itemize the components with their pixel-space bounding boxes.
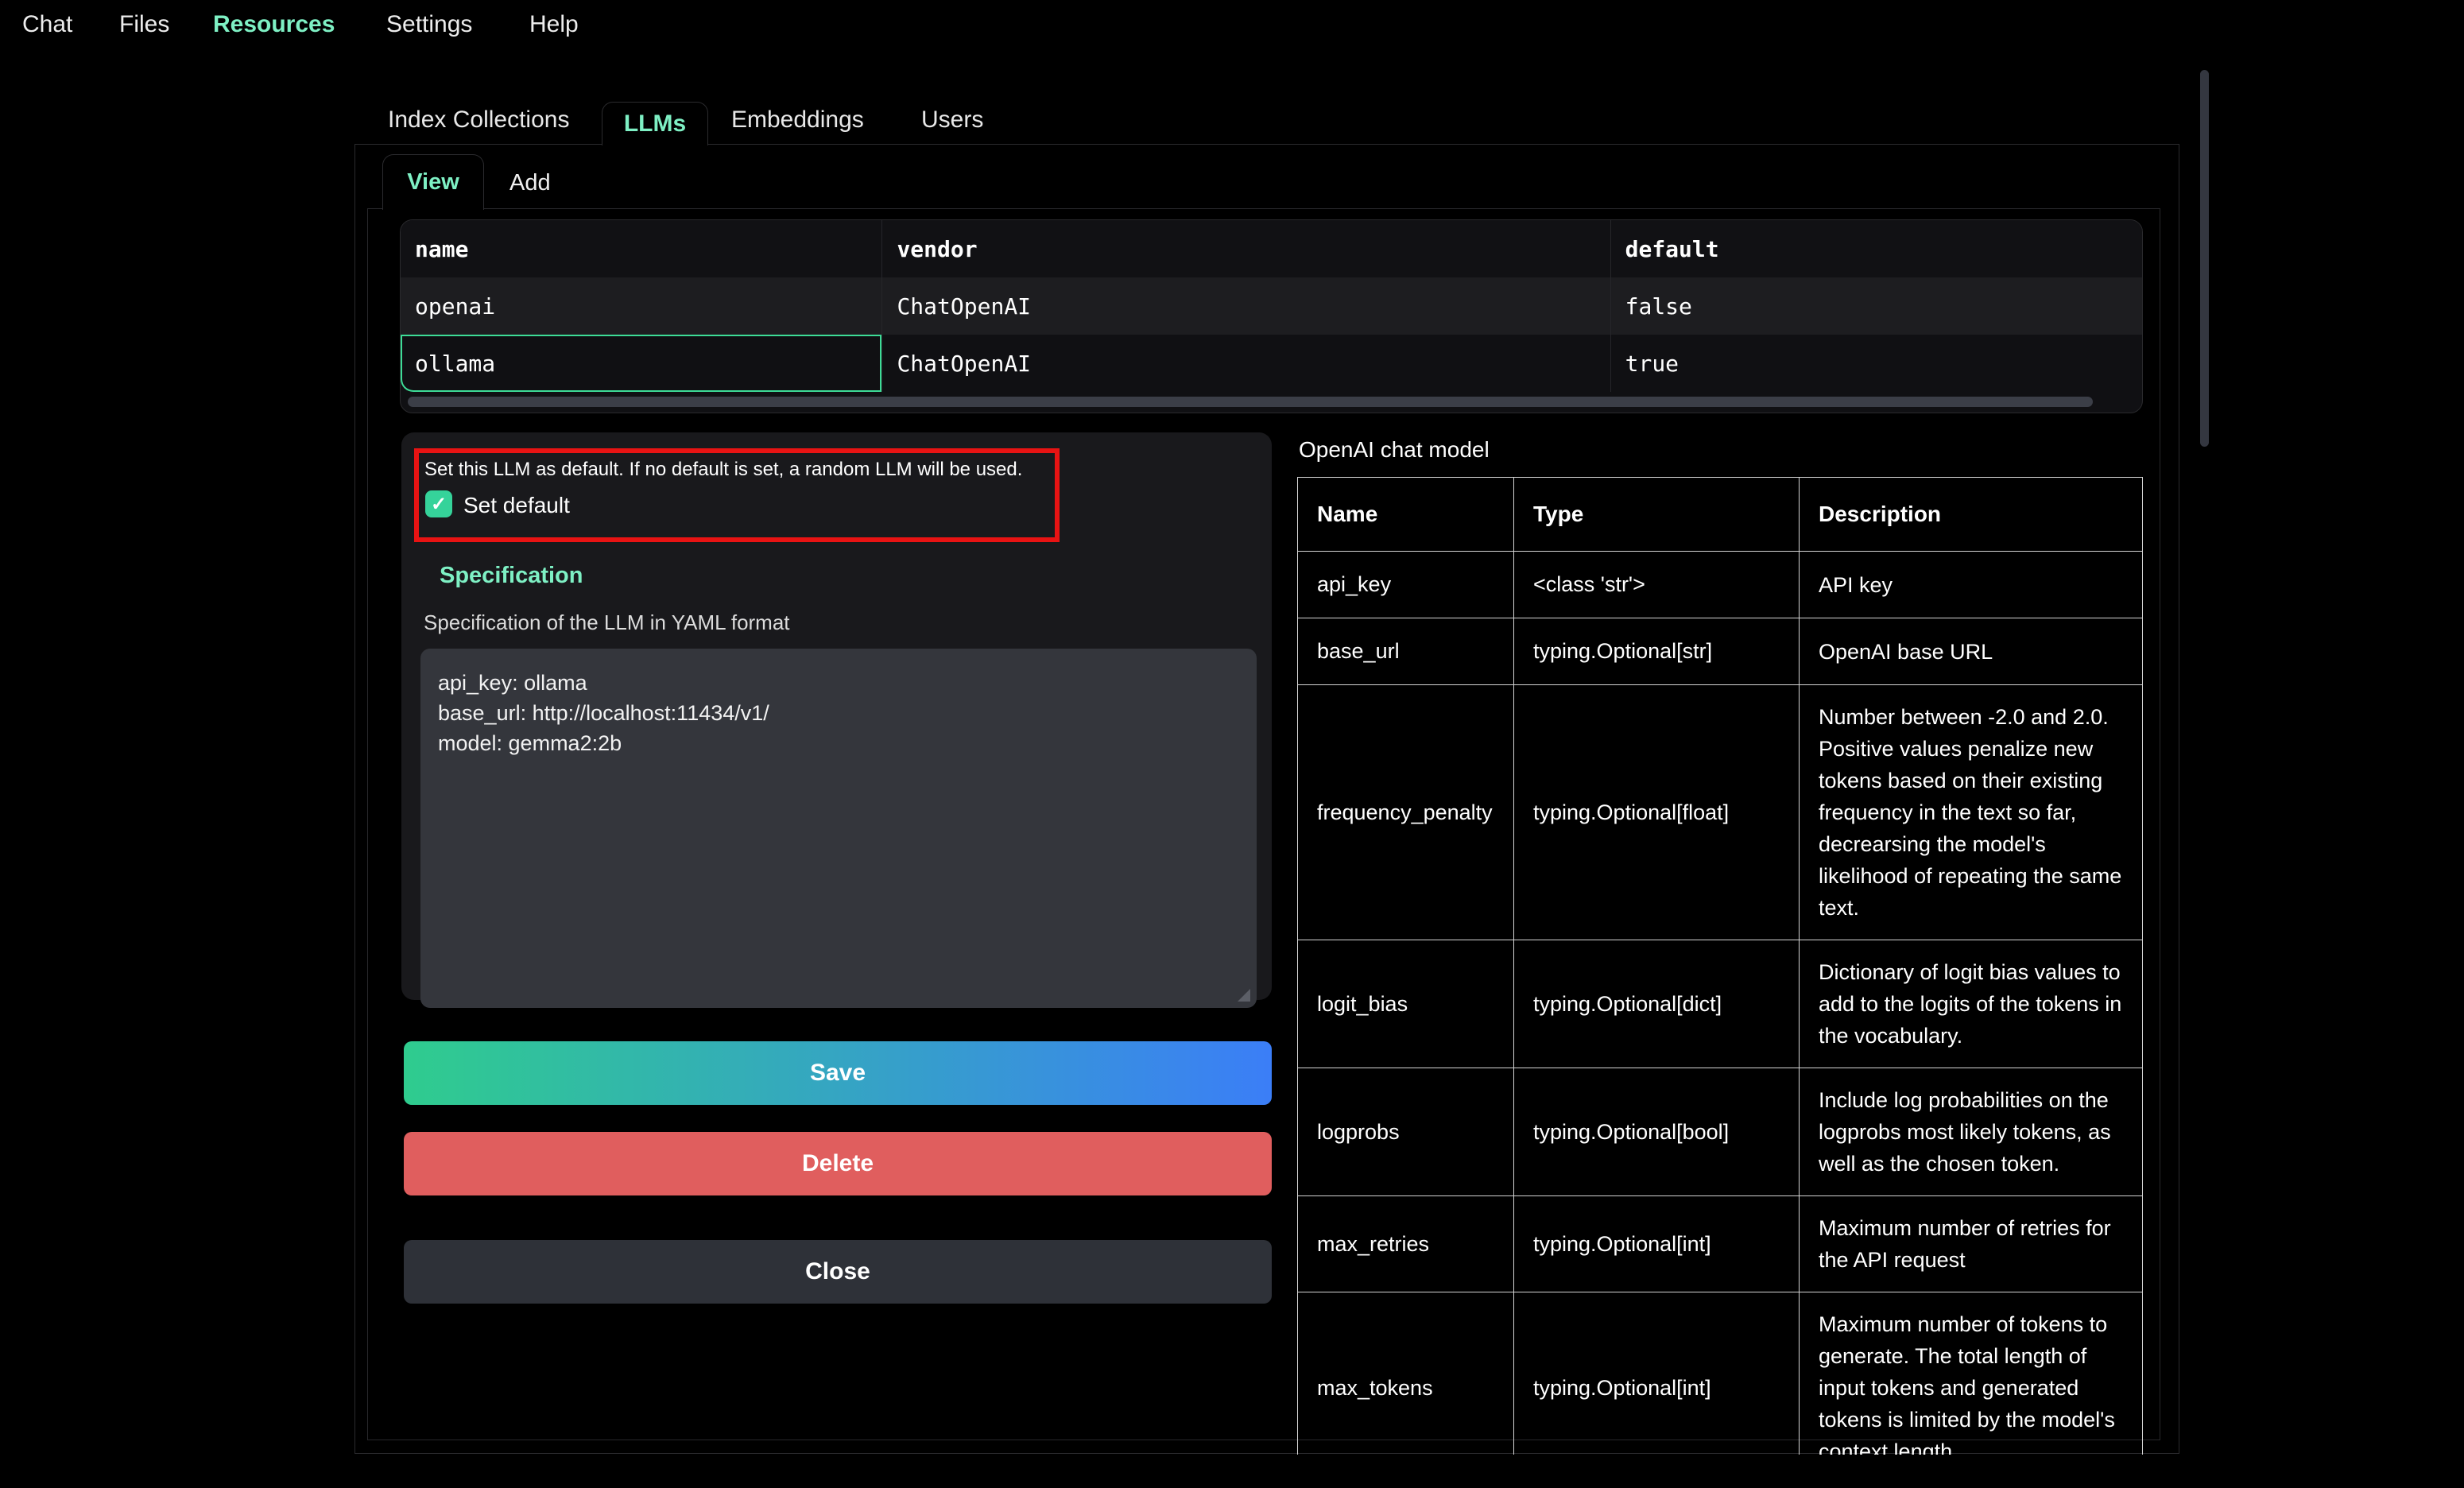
param-type: typing.Optional[str] [1514,618,1800,685]
params-table: Name Type Description api_key <class 'st… [1297,477,2143,1455]
cell-name[interactable]: openai [401,277,881,335]
table-row: logit_bias typing.Optional[dict] Diction… [1298,940,2143,1068]
llm-detail-panel: Set this LLM as default. If no default i… [401,432,1272,1000]
nav-item-resources[interactable]: Resources [213,11,335,38]
cell-default[interactable]: true [1610,335,2142,392]
llm-col-default: default [1610,220,2142,277]
params-col-type: Type [1514,478,1800,552]
params-col-description: Description [1800,478,2143,552]
vertical-scrollbar[interactable] [2200,70,2209,447]
param-description: Include log probabilities on the logprob… [1800,1068,2143,1196]
param-type: typing.Optional[dict] [1514,940,1800,1068]
cell-name-selected[interactable]: ollama [401,335,881,392]
param-description: Maximum number of tokens to generate. Th… [1800,1292,2143,1455]
app-window: Chat Files Resources Settings Help Index… [0,0,2464,1488]
specification-sublabel: Specification of the LLM in YAML format [424,610,790,635]
table-row: api_key <class 'str'> API key [1298,552,2143,618]
nav-item-files[interactable]: Files [119,11,169,38]
tab-users[interactable]: Users [921,107,983,134]
param-name: max_retries [1298,1196,1514,1292]
param-type: <class 'str'> [1514,552,1800,618]
spec-yaml-textarea[interactable]: api_key: ollama base_url: http://localho… [420,649,1257,1008]
nav-item-help[interactable]: Help [529,11,579,38]
tab-embeddings[interactable]: Embeddings [731,107,864,134]
tab-llms-active[interactable]: LLMs [602,102,708,145]
params-table-container: Name Type Description api_key <class 'st… [1297,477,2144,1455]
param-name: frequency_penalty [1298,685,1514,940]
set-default-note: Set this LLM as default. If no default i… [424,459,1052,481]
table-row: max_tokens typing.Optional[int] Maximum … [1298,1292,2143,1455]
subtab-view-active[interactable]: View [382,154,484,210]
horizontal-scrollbar[interactable] [408,397,2093,407]
tab-index-collections[interactable]: Index Collections [388,107,569,134]
param-type: typing.Optional[int] [1514,1196,1800,1292]
param-name: api_key [1298,552,1514,618]
set-default-checkbox[interactable]: ✓ [425,490,452,517]
params-col-name: Name [1298,478,1514,552]
delete-button[interactable]: Delete [404,1132,1272,1195]
cell-vendor[interactable]: ChatOpenAI [881,335,1610,392]
param-type: typing.Optional[int] [1514,1292,1800,1455]
nav-item-chat[interactable]: Chat [22,11,72,38]
table-row: base_url typing.Optional[str] OpenAI bas… [1298,618,2143,685]
table-row: logprobs typing.Optional[bool] Include l… [1298,1068,2143,1196]
llm-col-vendor: vendor [881,220,1610,277]
param-name: logprobs [1298,1068,1514,1196]
llm-table-header-row: name vendor default [401,220,2142,277]
param-description: API key [1800,552,2143,618]
param-name: base_url [1298,618,1514,685]
table-row: max_retries typing.Optional[int] Maximum… [1298,1196,2143,1292]
param-type: typing.Optional[bool] [1514,1068,1800,1196]
params-header-row: Name Type Description [1298,478,2143,552]
param-name: logit_bias [1298,940,1514,1068]
annotation-highlight: Set this LLM as default. If no default i… [414,448,1060,542]
nav-item-settings[interactable]: Settings [386,11,472,38]
llm-col-name: name [401,220,881,277]
table-row-ollama-selected[interactable]: ollama ChatOpenAI true [401,335,2142,392]
param-description: OpenAI base URL [1800,618,2143,685]
close-button[interactable]: Close [404,1240,1272,1304]
set-default-label: Set default [463,493,570,518]
params-panel-title: OpenAI chat model [1299,437,1490,463]
table-row: frequency_penalty typing.Optional[float]… [1298,685,2143,940]
checkmark-icon: ✓ [431,493,447,516]
llm-list-table: name vendor default openai ChatOpenAI fa… [400,219,2143,413]
save-button[interactable]: Save [404,1041,1272,1105]
subtab-add[interactable]: Add [509,170,551,196]
param-description: Dictionary of logit bias values to add t… [1800,940,2143,1068]
param-name: max_tokens [1298,1292,1514,1455]
cell-default[interactable]: false [1610,277,2142,335]
param-type: typing.Optional[float] [1514,685,1800,940]
param-description: Maximum number of retries for the API re… [1800,1196,2143,1292]
specification-heading: Specification [440,563,583,589]
param-description: Number between -2.0 and 2.0. Positive va… [1800,685,2143,940]
cell-vendor[interactable]: ChatOpenAI [881,277,1610,335]
table-row-openai[interactable]: openai ChatOpenAI false [401,277,2142,335]
